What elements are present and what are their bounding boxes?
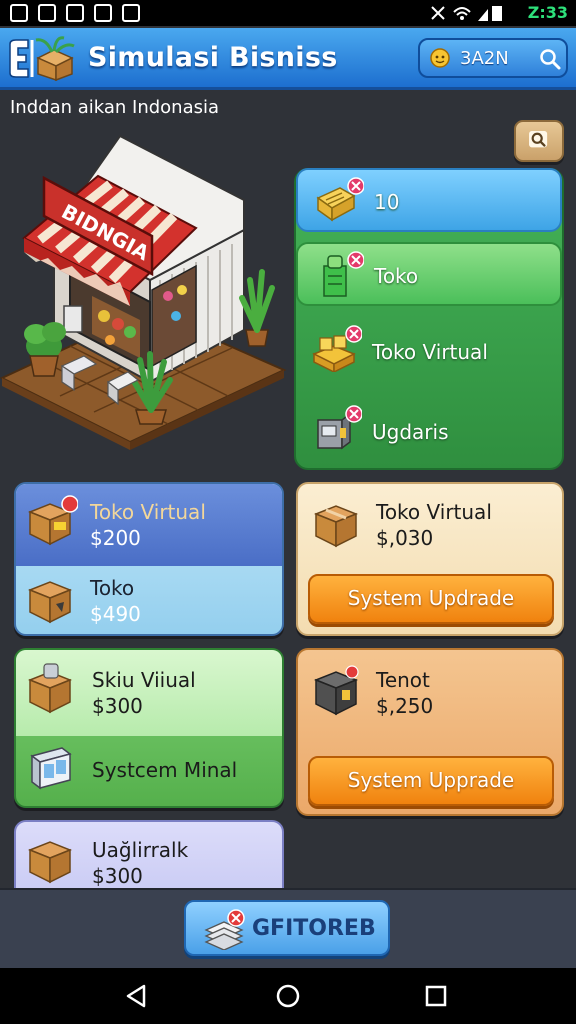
item-card-3[interactable]: Skiu Viiual $300 Systcem Minal: [14, 648, 284, 808]
item-price: $200: [90, 526, 141, 550]
item-card-1[interactable]: Toko Virtual $200 Toko $490: [14, 482, 284, 636]
item-name: Toko Virtual: [376, 500, 492, 524]
item-name: Systcem Minal: [92, 758, 238, 782]
recents-icon[interactable]: [420, 980, 452, 1012]
status-time: Z:33: [527, 3, 568, 22]
avatar-icon: [430, 48, 450, 68]
item-price: $,250: [376, 694, 434, 718]
app-notification-icon: [38, 4, 56, 22]
register-icon: [316, 177, 364, 222]
computer-icon: [30, 747, 72, 790]
item-price: $300: [92, 694, 143, 718]
box-icon: [27, 841, 73, 884]
box-icon: [313, 505, 359, 548]
chat-notification-icon: [122, 4, 140, 22]
box-icon: [27, 495, 78, 546]
page-subtitle: Inddan aikan Indonasia: [10, 97, 220, 118]
box-icon: [27, 581, 73, 624]
category-item-3[interactable]: Toko Virtual: [296, 318, 562, 384]
user-profile-pill[interactable]: 3A2N: [418, 38, 568, 78]
category-label: Ugdaris: [372, 420, 449, 444]
category-item-2[interactable]: Toko: [296, 242, 562, 306]
category-label: Toko Virtual: [372, 340, 488, 364]
app-logo-icon: [9, 36, 75, 82]
item-price: $300: [92, 864, 143, 888]
image-notification-icon: [66, 4, 84, 22]
safe-icon: [313, 665, 359, 716]
item-card-4[interactable]: Tenot $,250 System Upprade: [296, 648, 564, 816]
system-nav-bar: [0, 968, 576, 1024]
item-name: Tenot: [376, 668, 430, 692]
home-icon[interactable]: [272, 980, 304, 1012]
back-icon[interactable]: [120, 980, 152, 1012]
app-title: Simulasi Bisniss: [88, 42, 338, 73]
item-name: Toko Virtual: [90, 500, 206, 524]
category-label: 10: [374, 190, 400, 214]
category-item-4[interactable]: Ugdaris: [296, 396, 562, 462]
app-header: Simulasi Bisniss 3A2N: [0, 28, 576, 90]
item-price: $,030: [376, 526, 434, 550]
category-label: Toko: [374, 264, 419, 288]
search-icon: [529, 131, 548, 148]
floating-search-button[interactable]: [514, 120, 564, 162]
machine-icon: [317, 405, 362, 450]
bottom-button-label: GFITOREB: [252, 916, 376, 941]
bottom-main-button[interactable]: GFITOREB: [184, 900, 390, 956]
system-upgrade-button[interactable]: System Updrade: [308, 574, 554, 624]
item-price: $490: [90, 602, 141, 626]
box-icon: [27, 663, 73, 714]
notification-icon: [10, 4, 28, 22]
item-name: Uağlirralk: [92, 838, 189, 862]
search-icon[interactable]: [538, 47, 562, 71]
category-item-1[interactable]: 10: [296, 168, 562, 232]
item-name: Toko: [90, 576, 135, 600]
signal-wifi-battery-icon: [431, 6, 502, 21]
system-upgrade-button[interactable]: System Upprade: [308, 756, 554, 806]
documents-icon: [204, 909, 245, 950]
item-card-2[interactable]: Toko Virtual $,030 System Updrade: [296, 482, 564, 636]
item-name: Skiu Viiual: [92, 668, 196, 692]
bottom-action-bar: GFITOREB: [0, 888, 576, 968]
shop-illustration: BIDNGIA: [0, 134, 287, 450]
boxes-stack-icon: [312, 325, 362, 372]
status-bar: Z:33: [0, 0, 576, 26]
photo-notification-icon: [94, 4, 112, 22]
toko-icon: [323, 251, 364, 297]
user-name: 3A2N: [460, 48, 509, 69]
